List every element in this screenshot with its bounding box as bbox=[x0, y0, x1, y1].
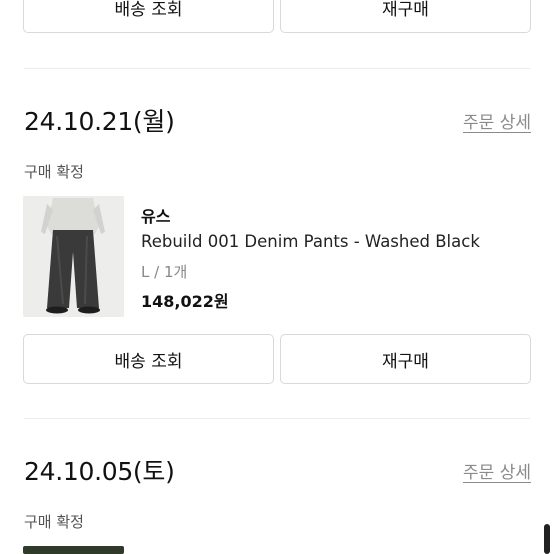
section-divider bbox=[24, 418, 530, 419]
product-thumbnail[interactable] bbox=[23, 196, 124, 317]
product-brand: 유스 bbox=[141, 207, 171, 226]
order-date: 24.10.21(월) bbox=[24, 107, 175, 136]
order-status: 구매 확정 bbox=[24, 513, 84, 531]
scrollbar-thumb[interactable] bbox=[544, 524, 550, 554]
order-status: 구매 확정 bbox=[24, 163, 84, 181]
order-date: 24.10.05(토) bbox=[24, 457, 175, 486]
product-thumbnail[interactable] bbox=[23, 546, 124, 554]
reorder-button[interactable]: 재구매 bbox=[280, 334, 531, 384]
denim-pants-photo bbox=[23, 196, 124, 317]
order-detail-link[interactable]: 주문 상세 bbox=[463, 108, 531, 133]
order-detail-link[interactable]: 주문 상세 bbox=[463, 458, 531, 483]
section-divider bbox=[24, 68, 530, 69]
product-option: L / 1개 bbox=[141, 263, 188, 281]
track-delivery-button[interactable]: 배송 조회 bbox=[23, 0, 274, 33]
reorder-button[interactable]: 재구매 bbox=[280, 0, 531, 33]
product-name[interactable]: Rebuild 001 Denim Pants - Washed Black bbox=[141, 232, 480, 251]
track-delivery-button[interactable]: 배송 조회 bbox=[23, 334, 274, 384]
product-price: 148,022원 bbox=[141, 292, 229, 311]
